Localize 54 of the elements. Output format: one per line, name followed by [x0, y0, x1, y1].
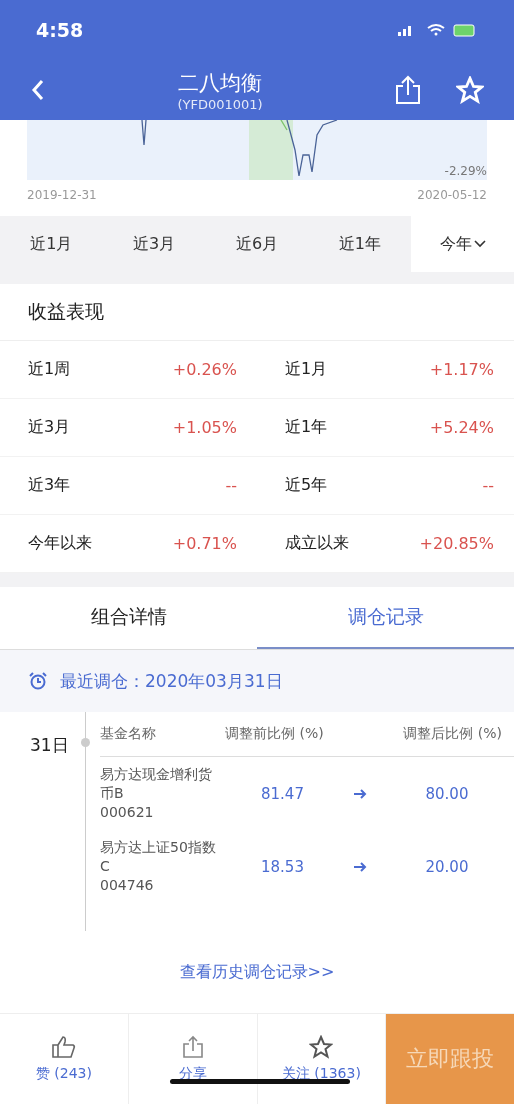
- period-label: 近1年: [285, 417, 328, 438]
- period-label: 今年以来: [28, 533, 92, 554]
- period-tab[interactable]: 近3月: [102, 216, 206, 272]
- after-ratio: 20.00: [424, 857, 470, 876]
- period-label: 近1周: [28, 359, 71, 380]
- chevron-down-icon: [473, 240, 486, 248]
- share-icon[interactable]: [394, 75, 422, 105]
- section-tab[interactable]: 组合详情: [0, 587, 257, 649]
- return-value: --: [225, 476, 237, 495]
- fund-title: 二八均衡: [178, 69, 262, 97]
- column-header: 调整后比例 (%): [402, 725, 503, 743]
- return-value: +20.85%: [419, 534, 494, 553]
- history-link[interactable]: 查看历史调仓记录>>: [179, 961, 335, 983]
- battery-icon: [453, 24, 475, 37]
- section-title: 收益表现: [0, 284, 514, 341]
- status-time: 4:58: [36, 19, 84, 41]
- period-tab[interactable]: 近1年: [308, 216, 412, 272]
- column-header: 基金名称: [100, 725, 157, 743]
- fund-name: 易方达现金增利货币B 000621: [100, 765, 213, 822]
- period-label: 近5年: [285, 475, 328, 496]
- end-date: 2020-05-12: [417, 188, 487, 202]
- column-header: 调整前比例 (%): [225, 725, 325, 743]
- period-label: 近1月: [285, 359, 328, 380]
- return-value: +5.24%: [429, 418, 494, 437]
- return-value: +0.26%: [172, 360, 237, 379]
- return-value: --: [482, 476, 494, 495]
- share-icon: [181, 1035, 204, 1059]
- star-icon: [309, 1035, 334, 1059]
- fund-code: (YFD001001): [177, 96, 263, 112]
- start-date: 2019-12-31: [27, 188, 97, 202]
- wifi-icon: [427, 24, 445, 36]
- period-tab[interactable]: 近6月: [205, 216, 309, 272]
- record-day: 31日: [30, 734, 85, 931]
- period-label: 成立以来: [285, 533, 349, 554]
- axis-label: -2.29%: [444, 164, 487, 178]
- period-label: 近3月: [28, 417, 71, 438]
- before-ratio: 18.53: [260, 857, 305, 876]
- before-ratio: 81.47: [260, 784, 305, 803]
- fund-name: 易方达上证50指数C 004746: [100, 838, 217, 895]
- return-value: +0.71%: [172, 534, 237, 553]
- signal-icon: [398, 26, 411, 36]
- thumbs-up-icon: [50, 1035, 77, 1059]
- period-label: 近3年: [28, 475, 71, 496]
- arrow-right-icon: [353, 861, 367, 872]
- period-tab[interactable]: 今年: [411, 216, 514, 272]
- alarm-clock-icon: [28, 671, 48, 691]
- back-button[interactable]: [30, 78, 46, 102]
- period-tab[interactable]: 近1月: [0, 216, 103, 272]
- return-value: +1.05%: [172, 418, 237, 437]
- star-icon[interactable]: [456, 76, 484, 104]
- after-ratio: 80.00: [424, 784, 470, 803]
- latest-rebalance: 最近调仓：2020年03月31日: [60, 669, 283, 693]
- return-value: +1.17%: [429, 360, 494, 379]
- arrow-right-icon: [353, 788, 367, 799]
